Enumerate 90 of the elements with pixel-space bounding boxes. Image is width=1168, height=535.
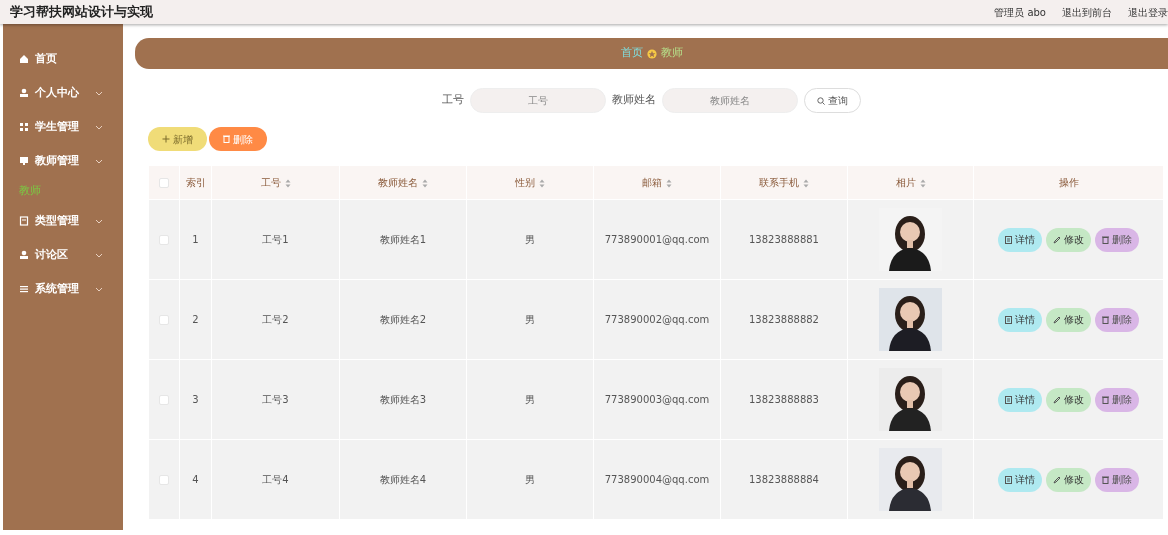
breadcrumb-link[interactable]: 教师 xyxy=(660,45,683,62)
detail-button[interactable]: 详情 xyxy=(998,387,1042,412)
table-cell: 男 xyxy=(525,314,535,325)
table-cell: 工号2 xyxy=(262,314,289,325)
table-cell: 教师姓名1 xyxy=(379,234,427,245)
delete-button[interactable]: 删除 xyxy=(1095,467,1139,492)
pencil-icon xyxy=(1053,475,1061,484)
grid-icon xyxy=(19,122,29,132)
table-cell: 773890001@qq.com xyxy=(604,234,710,245)
table-cell: 13823888884 xyxy=(749,474,819,485)
document-icon xyxy=(19,216,29,226)
pencil-icon xyxy=(1053,235,1061,244)
edit-button[interactable]: 修改 xyxy=(1046,307,1091,332)
star-icon xyxy=(646,48,657,59)
detail-button[interactable]: 详情 xyxy=(998,227,1042,252)
monitor-icon xyxy=(19,156,29,166)
trash-icon xyxy=(1102,235,1109,244)
field-label: 工号 xyxy=(442,92,464,109)
field-label: 教师姓名 xyxy=(612,92,656,109)
row-checkbox[interactable] xyxy=(159,475,169,485)
sidebar-item[interactable]: 系统管理 xyxy=(3,272,123,306)
user-icon xyxy=(19,250,29,260)
row-index: 3 xyxy=(192,394,199,405)
menu-icon xyxy=(19,284,29,294)
sidebar-item[interactable]: 讨论区 xyxy=(3,238,123,272)
edit-button[interactable]: 修改 xyxy=(1046,227,1091,252)
table-cell: 13823888882 xyxy=(749,314,819,325)
add-button[interactable]: 新增 xyxy=(148,127,207,151)
table-cell: 教师姓名4 xyxy=(379,474,427,485)
table-cell: 男 xyxy=(525,234,535,245)
sidebar-item[interactable]: 教师管理 xyxy=(3,144,123,178)
sidebar-item[interactable]: 个人中心 xyxy=(3,76,123,110)
plus-icon xyxy=(162,135,170,143)
table-cell: 工号3 xyxy=(262,394,289,405)
delete-button[interactable]: 删除 xyxy=(1095,307,1139,332)
document-icon xyxy=(1005,395,1012,404)
select-all-checkbox[interactable] xyxy=(159,178,169,188)
document-icon xyxy=(1005,315,1012,324)
trash-icon xyxy=(1102,475,1109,484)
search-icon xyxy=(817,96,825,105)
sortable-column-header[interactable]: 工号 xyxy=(260,177,281,188)
home-icon xyxy=(19,54,29,64)
sortable-column-header[interactable]: 教师姓名 xyxy=(378,177,418,188)
table-cell: 教师姓名3 xyxy=(379,394,427,405)
header-link[interactable]: 退出登录 xyxy=(1128,4,1168,20)
table-cell: 工号1 xyxy=(262,234,289,245)
delete-button[interactable]: 删除 xyxy=(1095,387,1139,412)
sidebar-item[interactable]: 类型管理 xyxy=(3,204,123,238)
search-button[interactable]: 查询 xyxy=(804,88,861,113)
detail-button[interactable]: 详情 xyxy=(998,467,1042,492)
edit-button[interactable]: 修改 xyxy=(1046,387,1091,412)
sortable-column-header[interactable]: 性别 xyxy=(515,177,535,188)
document-icon xyxy=(1005,235,1012,244)
document-icon xyxy=(1005,475,1012,484)
user-icon xyxy=(19,88,29,98)
table-cell: 男 xyxy=(525,474,535,485)
table-cell: 男 xyxy=(525,394,535,405)
table-cell: 773890004@qq.com xyxy=(604,474,710,485)
user-label: 管理员 abo xyxy=(994,5,1046,20)
row-checkbox[interactable] xyxy=(159,395,169,405)
trash-icon xyxy=(223,135,230,143)
sortable-column-header[interactable]: 邮箱 xyxy=(642,177,662,188)
edit-button[interactable]: 修改 xyxy=(1046,467,1091,492)
sidebar-item[interactable]: 学生管理 xyxy=(3,110,123,144)
search-field[interactable]: 工号 xyxy=(470,88,606,113)
table-cell: 13823888881 xyxy=(749,234,819,245)
column-header: 索引 xyxy=(185,177,206,188)
row-index: 2 xyxy=(192,314,199,325)
row-index: 4 xyxy=(192,474,199,485)
detail-button[interactable]: 详情 xyxy=(998,307,1042,332)
pencil-icon xyxy=(1053,315,1061,324)
site-title: 学习帮扶网站设计与实现 xyxy=(10,3,153,22)
trash-icon xyxy=(1102,315,1109,324)
sortable-column-header[interactable]: 联系手机 xyxy=(759,177,799,188)
table-cell: 773890002@qq.com xyxy=(604,314,710,325)
sidebar-item[interactable]: 首页 xyxy=(3,42,123,76)
table-cell: 工号4 xyxy=(262,474,289,485)
table-cell: 773890003@qq.com xyxy=(604,394,710,405)
row-checkbox[interactable] xyxy=(159,235,169,245)
column-header: 操作 xyxy=(1058,177,1079,188)
search-field[interactable]: 教师姓名 xyxy=(662,88,798,113)
row-index: 1 xyxy=(192,234,199,245)
table-cell: 13823888883 xyxy=(749,394,819,405)
header-link[interactable]: 退出到前台 xyxy=(1062,4,1112,20)
pencil-icon xyxy=(1053,395,1061,404)
trash-icon xyxy=(1102,395,1109,404)
row-checkbox[interactable] xyxy=(159,315,169,325)
table-cell: 教师姓名2 xyxy=(379,314,427,325)
delete-button[interactable]: 删除 xyxy=(1095,227,1139,252)
sortable-column-header[interactable]: 相片 xyxy=(895,177,916,188)
